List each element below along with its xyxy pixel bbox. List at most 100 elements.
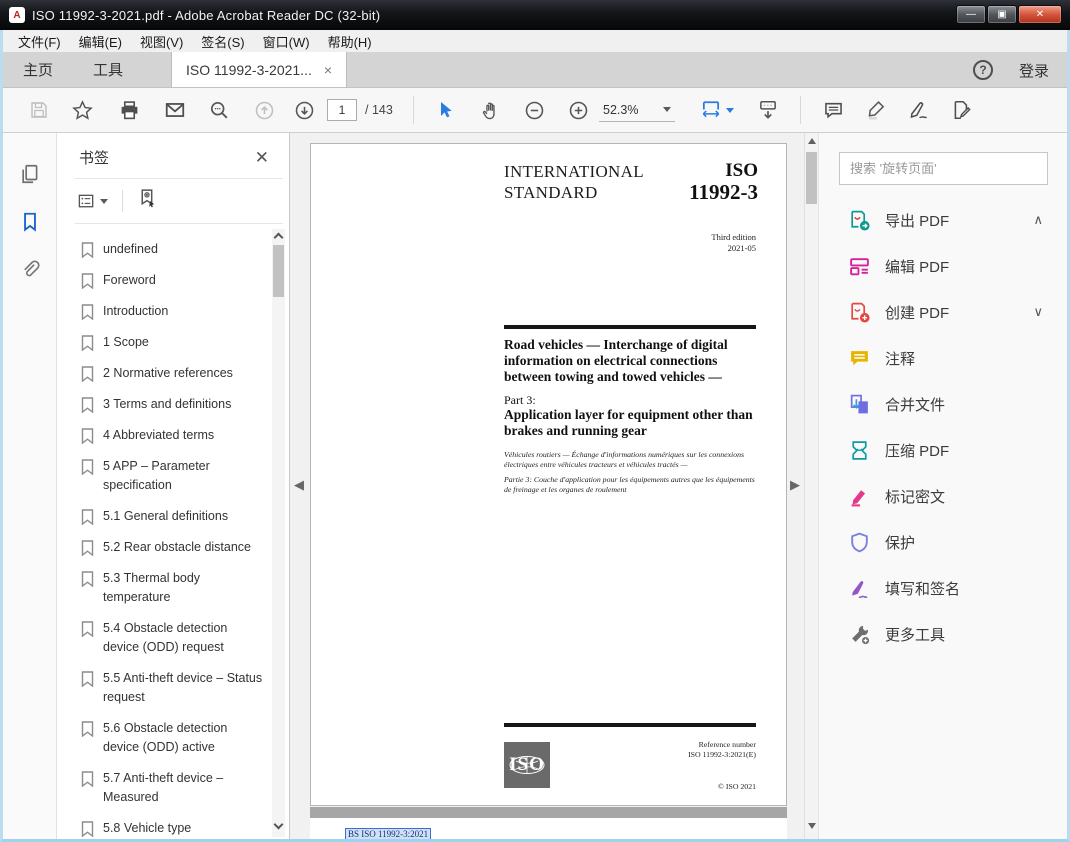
bookmark-item[interactable]: Introduction (81, 296, 263, 327)
hand-icon (482, 101, 495, 119)
tab-tools[interactable]: 工具 (73, 52, 143, 87)
next-page-arrow[interactable]: ▶ (790, 477, 800, 493)
bookmark-icon (81, 242, 94, 258)
tab-home[interactable]: 主页 (3, 52, 73, 87)
bookmarks-scrollbar[interactable] (272, 229, 285, 837)
document-scrollbar[interactable] (804, 133, 818, 839)
fill-sign-pen-icon (851, 580, 867, 598)
tools-search-input[interactable] (839, 152, 1048, 185)
tool-item-redact[interactable]: 标记密文 (819, 473, 1067, 519)
tool-item-more-tools[interactable]: 更多工具 (819, 611, 1067, 657)
star-button[interactable] (67, 95, 97, 125)
maximize-button[interactable]: ▣ (987, 5, 1017, 24)
bookmark-item[interactable]: 5.6 Obstacle detection device (ODD) acti… (81, 713, 263, 763)
bookmarks-icon[interactable] (19, 211, 41, 233)
tool-item-export-pdf[interactable]: 导出 PDF ∧ (819, 197, 1067, 243)
subtitle-english: Application layer for equipment other th… (504, 407, 753, 438)
select-tool-button[interactable] (430, 95, 460, 125)
menu-sign[interactable]: 签名(S) (192, 30, 253, 53)
selected-text[interactable]: BS ISO 11992-3:2021 (345, 828, 432, 839)
comment-tool-icon (850, 350, 868, 365)
menu-window[interactable]: 窗口(W) (254, 30, 319, 53)
attachments-icon[interactable] (19, 259, 41, 281)
tool-item-compress-pdf[interactable]: 压缩 PDF (819, 427, 1067, 473)
print-button[interactable] (114, 95, 144, 125)
menu-edit[interactable]: 编辑(E) (70, 30, 131, 53)
bookmark-item[interactable]: 5.2 Rear obstacle distance (81, 532, 263, 563)
menu-help[interactable]: 帮助(H) (319, 30, 381, 53)
bookmark-item[interactable]: 5.5 Anti-theft device – Status request (81, 663, 263, 713)
comment-icon (824, 102, 842, 118)
tool-item-create-pdf[interactable]: 创建 PDF ∨ (819, 289, 1067, 335)
more-tools-wrench-icon (851, 625, 870, 645)
menu-file[interactable]: 文件(F) (9, 30, 70, 53)
scroll-down-icon[interactable] (273, 819, 284, 830)
copyright-notice: © ISO 2021 (718, 782, 756, 791)
zoom-out-button[interactable] (519, 95, 549, 125)
bookmark-item[interactable]: undefined (81, 234, 263, 265)
export-pdf-icon (850, 210, 870, 231)
tool-item-comment[interactable]: 注释 (819, 335, 1067, 381)
bookmark-item[interactable]: 2 Normative references (81, 358, 263, 389)
page-number-input[interactable] (327, 99, 357, 121)
previous-page-button[interactable] (249, 95, 279, 125)
title-english: Road vehicles — Interchange of digital i… (504, 337, 728, 384)
bookmark-icon (81, 335, 94, 351)
previous-page-arrow[interactable]: ◀ (294, 477, 304, 493)
close-panel-icon[interactable]: ✕ (255, 148, 269, 168)
window-frame: 文件(F) 编辑(E) 视图(V) 签名(S) 窗口(W) 帮助(H) 主页 工… (0, 30, 1070, 842)
tab-bar: 主页 工具 ISO 11992-3-2021... × ? 登录 (3, 52, 1067, 88)
bookmark-icon (81, 540, 94, 556)
bookmark-icon (81, 397, 94, 413)
hand-tool-button[interactable] (475, 95, 505, 125)
menu-view[interactable]: 视图(V) (131, 30, 192, 53)
star-icon (71, 99, 93, 120)
tool-item-edit-pdf[interactable]: 编辑 PDF (819, 243, 1067, 289)
scrollbar-thumb[interactable] (806, 152, 817, 204)
sign-in-button[interactable]: 登录 (1019, 60, 1049, 81)
main-toolbar: / 143 52.3% (3, 88, 1067, 133)
comment-button[interactable] (818, 95, 848, 125)
highlight-button[interactable] (861, 95, 891, 125)
tool-item-protect[interactable]: 保护 (819, 519, 1067, 565)
zoom-in-button[interactable] (563, 95, 593, 125)
tool-item-combine-files[interactable]: 合并文件 (819, 381, 1067, 427)
bookmark-item[interactable]: 5.4 Obstacle detection device (ODD) requ… (81, 613, 263, 663)
close-button[interactable]: ✕ (1018, 5, 1062, 24)
tab-close-icon[interactable]: × (324, 62, 332, 78)
chevron-down-icon[interactable]: ∨ (1033, 304, 1043, 320)
bookmark-item[interactable]: 3 Terms and definitions (81, 389, 263, 420)
bookmark-icon (81, 366, 94, 382)
bookmark-item[interactable]: 4 Abbreviated terms (81, 420, 263, 451)
bookmark-item[interactable]: 5.3 Thermal body temperature (81, 563, 263, 613)
more-tools-toolbar-button[interactable] (947, 95, 977, 125)
bookmarks-panel: 书签 ✕ undefined Foreword Introduction 1 S… (57, 133, 290, 839)
bookmark-item[interactable]: Foreword (81, 265, 263, 296)
page-thumbnails-icon[interactable] (19, 163, 41, 185)
search-button[interactable] (204, 95, 234, 125)
scroll-down-icon[interactable] (808, 823, 816, 829)
help-icon[interactable]: ? (972, 60, 993, 80)
scroll-up-icon[interactable] (273, 232, 284, 243)
fit-width-button[interactable] (695, 95, 739, 125)
next-page-button[interactable] (289, 95, 319, 125)
email-button[interactable] (160, 95, 190, 125)
sign-button[interactable] (904, 95, 934, 125)
goto-current-bookmark-button[interactable] (137, 188, 158, 214)
tool-item-fill-sign[interactable]: 填写和签名 (819, 565, 1067, 611)
save-button[interactable] (24, 95, 54, 125)
zoom-level-select[interactable]: 52.3% (599, 98, 675, 122)
bookmark-item[interactable]: 5.1 General definitions (81, 501, 263, 532)
minimize-button[interactable]: — (956, 5, 986, 24)
bookmark-item[interactable]: 5.7 Anti-theft device – Measured (81, 763, 263, 813)
bookmark-item[interactable]: 5.8 Vehicle type (81, 813, 263, 839)
scrollbar-thumb[interactable] (273, 245, 284, 297)
page-scrolling-button[interactable] (753, 95, 783, 125)
bookmark-item[interactable]: 5 APP – Parameter specification (81, 451, 263, 501)
edition-info: Third edition 2021-05 (711, 232, 756, 253)
scroll-up-icon[interactable] (807, 138, 816, 144)
bookmark-options-button[interactable] (77, 192, 108, 211)
chevron-up-icon[interactable]: ∧ (1033, 212, 1043, 228)
tab-document[interactable]: ISO 11992-3-2021... × (171, 52, 348, 87)
bookmark-item[interactable]: 1 Scope (81, 327, 263, 358)
